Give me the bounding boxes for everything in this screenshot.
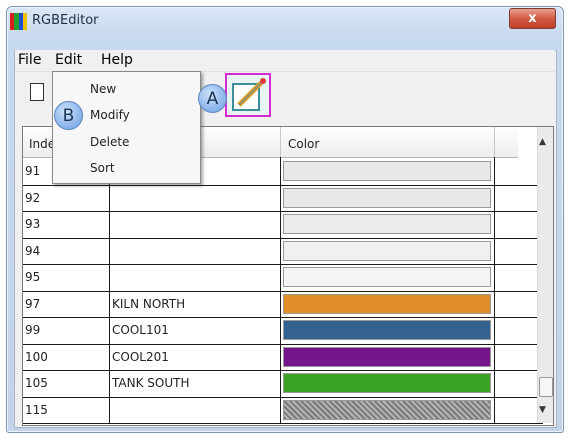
window-title: RGBEditor — [32, 13, 99, 28]
menu-help[interactable]: Help — [101, 52, 133, 68]
table-cell-color-swatch[interactable] — [283, 267, 491, 287]
scroll-down-icon[interactable]: ▼ — [539, 405, 546, 415]
callout-b: B — [54, 101, 83, 130]
menu-item-modify[interactable]: Modify — [90, 108, 130, 122]
table-cell-index[interactable]: 105 — [25, 376, 48, 390]
menu-item-delete[interactable]: Delete — [90, 135, 129, 149]
table-cell-color-swatch[interactable] — [283, 373, 491, 393]
table-cell-index[interactable]: 95 — [25, 270, 40, 284]
row-divider — [23, 264, 543, 265]
row-divider — [23, 343, 543, 345]
table-cell-color-swatch[interactable] — [283, 214, 491, 234]
menu-bar — [15, 50, 555, 70]
header-divider — [494, 127, 495, 157]
close-icon: x — [528, 11, 537, 26]
row-divider — [23, 237, 543, 239]
header-divider — [280, 127, 281, 157]
menu-item-sort[interactable]: Sort — [90, 161, 115, 175]
callout-a: A — [198, 84, 227, 113]
table-cell-name[interactable]: KILN NORTH — [112, 297, 185, 311]
callout-a-label: A — [206, 88, 219, 109]
row-divider — [23, 290, 543, 292]
table-cell-index[interactable]: 115 — [25, 403, 48, 417]
table-cell-index[interactable]: 100 — [25, 350, 48, 364]
menu-file[interactable]: File — [18, 52, 41, 68]
column-header-color[interactable]: Color — [288, 137, 319, 151]
table-cell-index[interactable]: 93 — [25, 217, 40, 231]
new-document-icon[interactable] — [30, 83, 44, 101]
table-cell-color-swatch[interactable] — [283, 293, 491, 314]
grid-divider — [280, 157, 281, 423]
table-cell-color-swatch[interactable] — [283, 346, 491, 367]
table-cell-index[interactable]: 97 — [25, 297, 40, 311]
menu-edit[interactable]: Edit — [55, 52, 82, 68]
table-cell-index[interactable]: 94 — [25, 244, 40, 258]
table-cell-color-swatch[interactable] — [283, 187, 491, 208]
table-cell-index[interactable]: 92 — [25, 191, 40, 205]
pencil-icon — [232, 78, 266, 111]
modify-color-button[interactable] — [225, 73, 271, 117]
table-cell-index[interactable]: 99 — [25, 323, 40, 337]
row-divider — [23, 396, 543, 398]
table-cell-color-swatch[interactable] — [283, 161, 491, 181]
row-divider — [23, 423, 543, 424]
table-cell-color-swatch[interactable] — [283, 240, 491, 261]
row-divider — [23, 211, 543, 212]
table-cell-color-swatch[interactable] — [283, 320, 491, 340]
table-cell-index[interactable]: 91 — [25, 164, 40, 178]
row-divider — [23, 317, 543, 318]
grid-divider — [109, 157, 110, 423]
scrollbar-thumb[interactable] — [539, 377, 553, 397]
table-cell-name[interactable]: COOL201 — [112, 350, 169, 364]
table-cell-name[interactable]: COOL101 — [112, 323, 169, 337]
row-divider — [23, 370, 543, 371]
rgb-app-icon — [10, 13, 27, 30]
row-divider — [23, 184, 543, 186]
table-cell-color-swatch[interactable] — [283, 399, 491, 420]
grid-divider — [494, 157, 495, 423]
callout-b-label: B — [62, 105, 75, 126]
close-button[interactable]: x — [509, 8, 556, 29]
table-cell-name[interactable]: TANK SOUTH — [112, 376, 189, 390]
scroll-up-icon[interactable]: ▲ — [539, 137, 546, 147]
menu-item-new[interactable]: New — [90, 82, 116, 96]
